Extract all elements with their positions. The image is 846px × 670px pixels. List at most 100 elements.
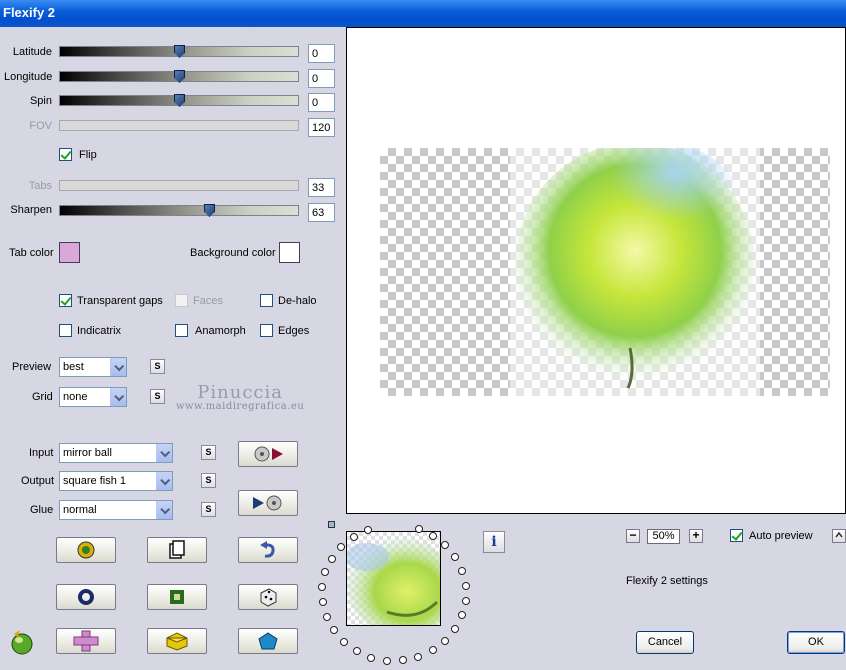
dial-dot[interactable] (461, 581, 470, 590)
pentagon-button[interactable] (238, 628, 298, 654)
preview-quality-select[interactable]: best (59, 357, 127, 377)
sharpen-slider[interactable] (59, 204, 299, 217)
zoom-out-button[interactable]: − (626, 529, 640, 543)
ok-button[interactable]: OK (787, 631, 845, 654)
dial-dot[interactable] (458, 566, 467, 575)
dial-dot[interactable] (441, 636, 450, 645)
square-frame-icon (170, 590, 184, 604)
chevron-down-icon[interactable] (110, 388, 126, 406)
dial-dot[interactable] (441, 541, 450, 550)
sharpen-thumb[interactable] (204, 204, 215, 217)
glue-select[interactable]: normal (59, 500, 173, 520)
random-button[interactable] (56, 537, 116, 563)
watermark-url: www.maidiregrafica.eu (176, 401, 305, 412)
navigator-handle[interactable] (328, 521, 335, 528)
input-select[interactable]: mirror ball (59, 443, 173, 463)
fov-label: FOV (29, 120, 52, 132)
indicatrix-checkbox[interactable] (59, 324, 72, 337)
dial-dot[interactable] (428, 531, 437, 540)
chevron-down-icon[interactable] (156, 472, 172, 490)
info-icon[interactable]: i (483, 531, 505, 553)
dial-dot[interactable] (329, 626, 338, 635)
dial-dot[interactable] (367, 653, 376, 662)
anamorph-checkbox[interactable] (175, 324, 188, 337)
plus-shape-button[interactable] (56, 628, 116, 654)
output-s-button[interactable]: S (201, 473, 216, 488)
dial-dot[interactable] (349, 532, 358, 541)
longitude-thumb[interactable] (174, 70, 185, 83)
collapse-button[interactable] (832, 529, 846, 543)
transparency-checkerboard (380, 148, 830, 398)
dial-dot[interactable] (461, 596, 470, 605)
spin-slider[interactable] (59, 94, 299, 107)
faces-label: Faces (193, 295, 223, 307)
latitude-thumb[interactable] (174, 45, 185, 58)
background-color-swatch[interactable] (279, 242, 300, 263)
dial-dot[interactable] (457, 611, 466, 620)
dial-dot[interactable] (318, 583, 327, 592)
glue-value: normal (63, 504, 97, 516)
dial-dot[interactable] (414, 525, 423, 534)
tabs-slider (59, 180, 299, 191)
preview-canvas[interactable] (346, 27, 846, 514)
input-label: Input (29, 447, 54, 459)
play-output-button[interactable] (238, 490, 298, 516)
spin-value[interactable]: 0 (308, 93, 335, 112)
zoom-in-button[interactable]: + (689, 529, 703, 543)
tab-color-swatch[interactable] (59, 242, 80, 263)
latitude-value[interactable]: 0 (308, 44, 335, 63)
dial-dot[interactable] (340, 638, 349, 647)
auto-preview-checkbox[interactable] (730, 529, 743, 542)
dice-button[interactable] (238, 584, 298, 610)
dial-dot[interactable] (337, 542, 346, 551)
de-halo-checkbox[interactable] (260, 294, 273, 307)
dial-dot[interactable] (363, 525, 372, 534)
watermark: Pinuccia www.maidiregrafica.eu (176, 382, 304, 412)
ring-icon (78, 589, 94, 605)
cube-button[interactable] (147, 628, 207, 654)
cube-icon (166, 632, 188, 651)
edges-checkbox[interactable] (260, 324, 273, 337)
copy-button[interactable] (147, 537, 207, 563)
input-s-button[interactable]: S (201, 445, 216, 460)
gear-magic-icon (77, 541, 95, 559)
chevron-down-icon[interactable] (156, 444, 172, 462)
flexify-logo-icon (11, 630, 33, 655)
glue-s-button[interactable]: S (201, 502, 216, 517)
grid-select[interactable]: none (59, 387, 127, 407)
cancel-button[interactable]: Cancel (636, 631, 694, 654)
latitude-label: Latitude (12, 46, 52, 58)
navigator-thumbnail[interactable] (346, 531, 441, 626)
ring-button[interactable] (56, 584, 116, 610)
spin-thumb[interactable] (174, 94, 185, 107)
output-label: Output (21, 475, 55, 487)
dial-dot[interactable] (322, 612, 331, 621)
square-button[interactable] (147, 584, 207, 610)
fov-value[interactable]: 120 (308, 118, 335, 137)
flip-checkbox[interactable] (59, 148, 72, 161)
chevron-down-icon[interactable] (110, 358, 126, 376)
chevron-down-icon[interactable] (156, 501, 172, 519)
dial-dot[interactable] (428, 646, 437, 655)
dial-dot[interactable] (318, 598, 327, 607)
latitude-slider[interactable] (59, 45, 299, 58)
dial-dot[interactable] (352, 647, 361, 656)
sharpen-value[interactable]: 63 (308, 203, 335, 222)
output-select[interactable]: square fish 1 (59, 471, 173, 491)
undo-button[interactable] (238, 537, 298, 563)
faces-checkbox (175, 294, 188, 307)
dial-dot[interactable] (451, 553, 460, 562)
preview-s-button[interactable]: S (150, 359, 165, 374)
dial-dot[interactable] (414, 652, 423, 661)
grid-s-button[interactable]: S (150, 389, 165, 404)
longitude-value[interactable]: 0 (308, 69, 335, 88)
dial-dot[interactable] (398, 656, 407, 665)
dial-dot[interactable] (451, 624, 460, 633)
tabs-value[interactable]: 33 (308, 178, 335, 197)
dial-dot[interactable] (382, 656, 391, 665)
dial-dot[interactable] (327, 554, 336, 563)
dial-dot[interactable] (321, 568, 330, 577)
transparent-gaps-checkbox[interactable] (59, 294, 72, 307)
play-input-button[interactable] (238, 441, 298, 467)
longitude-slider[interactable] (59, 70, 299, 83)
